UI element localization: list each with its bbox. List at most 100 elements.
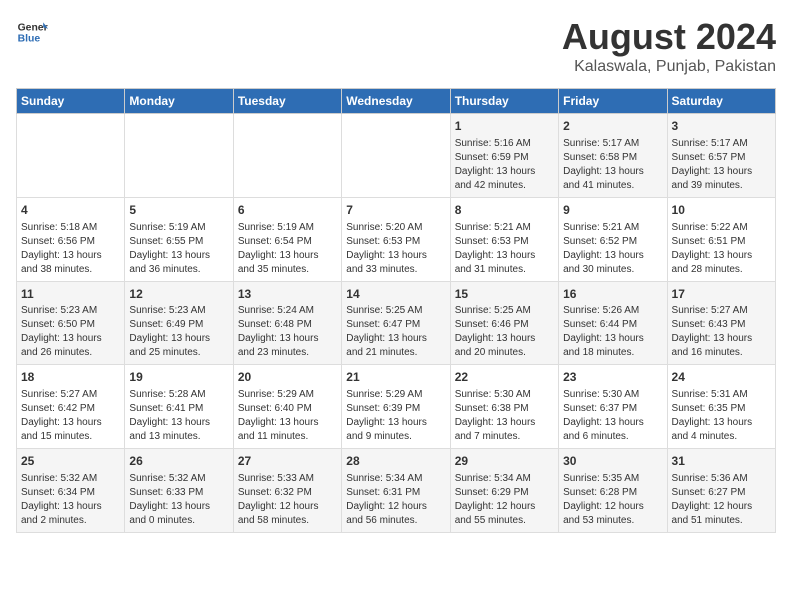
header-saturday: Saturday <box>667 89 775 114</box>
calendar-cell: 15Sunrise: 5:25 AM Sunset: 6:46 PM Dayli… <box>450 281 558 365</box>
svg-text:Blue: Blue <box>18 34 41 45</box>
day-number: 3 <box>672 118 771 135</box>
day-number: 14 <box>346 286 445 303</box>
calendar-cell: 29 Sunrise: 5:34 AM Sunset: 6:29 PM Dayli… <box>450 449 558 533</box>
logo: General Blue <box>16 16 48 48</box>
calendar-table: SundayMondayTuesdayWednesdayThursdayFrid… <box>16 88 776 533</box>
day-info: Sunrise: 5:32 AM Sunset: 6:33 PM Dayligh… <box>129 472 228 528</box>
day-number: 4 <box>21 202 120 219</box>
day-number: 29 <box>455 453 554 470</box>
day-info: Sunrise: 5:22 AM Sunset: 6:51 PM Dayligh… <box>672 221 771 277</box>
calendar-cell: 12Sunrise: 5:23 AM Sunset: 6:49 PM Dayli… <box>125 281 233 365</box>
calendar-cell: 16Sunrise: 5:26 AM Sunset: 6:44 PM Dayli… <box>559 281 667 365</box>
calendar-header-row: SundayMondayTuesdayWednesdayThursdayFrid… <box>17 89 776 114</box>
day-info: Sunrise: 5:25 AM Sunset: 6:47 PM Dayligh… <box>346 304 445 360</box>
calendar-cell <box>125 114 233 198</box>
calendar-cell: 3 Sunrise: 5:17 AM Sunset: 6:57 PM Daylig… <box>667 114 775 198</box>
day-info: Sunrise: 5:34 AM Sunset: 6:31 PM Dayligh… <box>346 472 445 528</box>
header-tuesday: Tuesday <box>233 89 341 114</box>
calendar-cell: 25 Sunrise: 5:32 AM Sunset: 6:34 PM Dayli… <box>17 449 125 533</box>
calendar-cell: 21 Sunrise: 5:29 AM Sunset: 6:39 PM Dayli… <box>342 365 450 449</box>
calendar-week-row: 25 Sunrise: 5:32 AM Sunset: 6:34 PM Dayli… <box>17 449 776 533</box>
calendar-week-row: 4 Sunrise: 5:18 AM Sunset: 6:56 PM Daylig… <box>17 197 776 281</box>
calendar-cell: 26 Sunrise: 5:32 AM Sunset: 6:33 PM Dayli… <box>125 449 233 533</box>
day-info: Sunrise: 5:30 AM Sunset: 6:38 PM Dayligh… <box>455 388 554 444</box>
day-info: Sunrise: 5:19 AM Sunset: 6:54 PM Dayligh… <box>238 221 337 277</box>
day-number: 1 <box>455 118 554 135</box>
day-number: 23 <box>563 369 662 386</box>
day-number: 12 <box>129 286 228 303</box>
day-number: 6 <box>238 202 337 219</box>
calendar-cell: 22Sunrise: 5:30 AM Sunset: 6:38 PM Dayli… <box>450 365 558 449</box>
day-info: Sunrise: 5:23 AM Sunset: 6:49 PM Dayligh… <box>129 304 228 360</box>
day-number: 13 <box>238 286 337 303</box>
page-title: August 2024 <box>562 16 776 58</box>
day-info: Sunrise: 5:25 AM Sunset: 6:46 PM Dayligh… <box>455 304 554 360</box>
day-number: 30 <box>563 453 662 470</box>
day-info: Sunrise: 5:35 AM Sunset: 6:28 PM Dayligh… <box>563 472 662 528</box>
day-info: Sunrise: 5:32 AM Sunset: 6:34 PM Dayligh… <box>21 472 120 528</box>
calendar-cell <box>17 114 125 198</box>
day-info: Sunrise: 5:36 AM Sunset: 6:27 PM Dayligh… <box>672 472 771 528</box>
logo-icon: General Blue <box>16 16 48 48</box>
calendar-cell: 5 Sunrise: 5:19 AM Sunset: 6:55 PM Daylig… <box>125 197 233 281</box>
day-number: 26 <box>129 453 228 470</box>
day-info: Sunrise: 5:16 AM Sunset: 6:59 PM Dayligh… <box>455 137 554 193</box>
calendar-week-row: 18Sunrise: 5:27 AM Sunset: 6:42 PM Dayli… <box>17 365 776 449</box>
calendar-cell: 28 Sunrise: 5:34 AM Sunset: 6:31 PM Dayli… <box>342 449 450 533</box>
calendar-cell: 9 Sunrise: 5:21 AM Sunset: 6:52 PM Daylig… <box>559 197 667 281</box>
day-number: 19 <box>129 369 228 386</box>
day-number: 28 <box>346 453 445 470</box>
calendar-cell: 24 Sunrise: 5:31 AM Sunset: 6:35 PM Dayli… <box>667 365 775 449</box>
calendar-cell: 23 Sunrise: 5:30 AM Sunset: 6:37 PM Dayli… <box>559 365 667 449</box>
day-number: 7 <box>346 202 445 219</box>
calendar-cell: 1 Sunrise: 5:16 AM Sunset: 6:59 PM Daylig… <box>450 114 558 198</box>
day-number: 9 <box>563 202 662 219</box>
day-number: 11 <box>21 286 120 303</box>
day-info: Sunrise: 5:18 AM Sunset: 6:56 PM Dayligh… <box>21 221 120 277</box>
day-number: 17 <box>672 286 771 303</box>
header-wednesday: Wednesday <box>342 89 450 114</box>
day-info: Sunrise: 5:30 AM Sunset: 6:37 PM Dayligh… <box>563 388 662 444</box>
day-number: 27 <box>238 453 337 470</box>
calendar-cell: 18Sunrise: 5:27 AM Sunset: 6:42 PM Dayli… <box>17 365 125 449</box>
calendar-cell: 6 Sunrise: 5:19 AM Sunset: 6:54 PM Daylig… <box>233 197 341 281</box>
day-info: Sunrise: 5:17 AM Sunset: 6:57 PM Dayligh… <box>672 137 771 193</box>
day-info: Sunrise: 5:27 AM Sunset: 6:43 PM Dayligh… <box>672 304 771 360</box>
header-sunday: Sunday <box>17 89 125 114</box>
day-info: Sunrise: 5:21 AM Sunset: 6:52 PM Dayligh… <box>563 221 662 277</box>
day-number: 20 <box>238 369 337 386</box>
header-thursday: Thursday <box>450 89 558 114</box>
calendar-cell: 27 Sunrise: 5:33 AM Sunset: 6:32 PM Dayli… <box>233 449 341 533</box>
calendar-cell: 19 Sunrise: 5:28 AM Sunset: 6:41 PM Dayli… <box>125 365 233 449</box>
day-number: 18 <box>21 369 120 386</box>
page-subtitle: Kalaswala, Punjab, Pakistan <box>562 58 776 76</box>
calendar-cell: 30 Sunrise: 5:35 AM Sunset: 6:28 PM Dayli… <box>559 449 667 533</box>
day-info: Sunrise: 5:29 AM Sunset: 6:39 PM Dayligh… <box>346 388 445 444</box>
calendar-cell: 7Sunrise: 5:20 AM Sunset: 6:53 PM Daylig… <box>342 197 450 281</box>
day-info: Sunrise: 5:34 AM Sunset: 6:29 PM Dayligh… <box>455 472 554 528</box>
day-number: 5 <box>129 202 228 219</box>
calendar-cell: 31 Sunrise: 5:36 AM Sunset: 6:27 PM Dayli… <box>667 449 775 533</box>
day-info: Sunrise: 5:17 AM Sunset: 6:58 PM Dayligh… <box>563 137 662 193</box>
calendar-cell: 8Sunrise: 5:21 AM Sunset: 6:53 PM Daylig… <box>450 197 558 281</box>
day-number: 24 <box>672 369 771 386</box>
day-info: Sunrise: 5:31 AM Sunset: 6:35 PM Dayligh… <box>672 388 771 444</box>
day-info: Sunrise: 5:19 AM Sunset: 6:55 PM Dayligh… <box>129 221 228 277</box>
calendar-cell <box>233 114 341 198</box>
day-info: Sunrise: 5:33 AM Sunset: 6:32 PM Dayligh… <box>238 472 337 528</box>
title-block: August 2024 Kalaswala, Punjab, Pakistan <box>562 16 776 76</box>
day-info: Sunrise: 5:29 AM Sunset: 6:40 PM Dayligh… <box>238 388 337 444</box>
header-monday: Monday <box>125 89 233 114</box>
calendar-cell: 13Sunrise: 5:24 AM Sunset: 6:48 PM Dayli… <box>233 281 341 365</box>
day-number: 21 <box>346 369 445 386</box>
day-number: 31 <box>672 453 771 470</box>
day-info: Sunrise: 5:28 AM Sunset: 6:41 PM Dayligh… <box>129 388 228 444</box>
calendar-cell: 11Sunrise: 5:23 AM Sunset: 6:50 PM Dayli… <box>17 281 125 365</box>
day-number: 2 <box>563 118 662 135</box>
day-number: 25 <box>21 453 120 470</box>
calendar-cell <box>342 114 450 198</box>
calendar-week-row: 1 Sunrise: 5:16 AM Sunset: 6:59 PM Daylig… <box>17 114 776 198</box>
day-info: Sunrise: 5:21 AM Sunset: 6:53 PM Dayligh… <box>455 221 554 277</box>
calendar-cell: 17Sunrise: 5:27 AM Sunset: 6:43 PM Dayli… <box>667 281 775 365</box>
